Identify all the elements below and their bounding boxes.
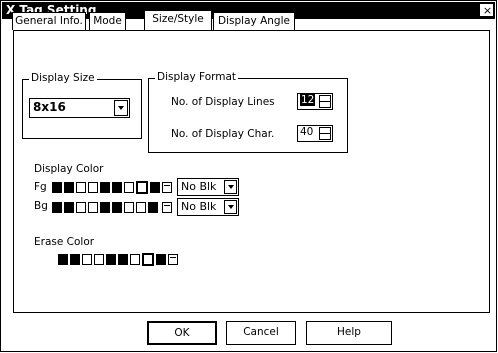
- tab-size-style[interactable]: Size/Style: [144, 10, 212, 30]
- display-lines-spinner[interactable]: [319, 95, 331, 108]
- bg-swatch[interactable]: [100, 202, 110, 213]
- erase-color-swatches: [58, 253, 218, 267]
- fg-swatch[interactable]: [52, 182, 62, 193]
- fg-label: Fg: [34, 181, 47, 193]
- erase-swatch[interactable]: [58, 254, 68, 265]
- erase-color-label: Erase Color: [34, 236, 95, 248]
- fg-swatch[interactable]: [88, 182, 98, 193]
- erase-swatch[interactable]: [156, 254, 166, 265]
- erase-swatch[interactable]: [94, 254, 104, 265]
- display-size-value: 8x16: [33, 100, 66, 114]
- display-lines-input[interactable]: 12: [297, 93, 333, 110]
- bg-swatch[interactable]: [64, 202, 74, 213]
- erase-color-menu-icon[interactable]: [168, 254, 178, 265]
- erase-swatch-selected[interactable]: [142, 253, 154, 266]
- fg-blink-select[interactable]: No Blk: [177, 178, 239, 196]
- erase-swatch[interactable]: [118, 254, 128, 265]
- fg-swatch[interactable]: [64, 182, 74, 193]
- display-chars-input[interactable]: 40: [297, 125, 333, 142]
- cancel-button[interactable]: Cancel: [226, 321, 296, 345]
- bg-swatch[interactable]: [112, 202, 122, 213]
- bg-swatch[interactable]: [148, 202, 158, 213]
- display-size-legend: Display Size: [29, 72, 97, 84]
- erase-swatch[interactable]: [106, 254, 116, 265]
- display-chars-value: 40: [300, 126, 314, 138]
- tab-display-angle[interactable]: Display Angle: [213, 12, 295, 30]
- bg-blink-select[interactable]: No Blk: [177, 198, 239, 216]
- fg-swatch[interactable]: [150, 182, 160, 193]
- bg-swatch[interactable]: [52, 202, 62, 213]
- tab-mode[interactable]: Mode: [89, 12, 126, 30]
- display-format-group: Display Format No. of Display Lines 12 N…: [148, 71, 348, 153]
- close-icon: ×: [482, 4, 493, 17]
- display-lines-label: No. of Display Lines: [171, 96, 275, 108]
- fg-blink-value: No Blk: [181, 180, 217, 193]
- display-lines-value: 12: [300, 94, 316, 106]
- bg-swatch[interactable]: [88, 202, 98, 213]
- ok-button[interactable]: OK: [147, 321, 217, 345]
- display-color-label: Display Color: [34, 163, 104, 175]
- display-format-legend: Display Format: [155, 71, 239, 83]
- fg-color-menu-icon[interactable]: [162, 182, 172, 193]
- close-button[interactable]: ×: [480, 4, 493, 17]
- bg-swatch[interactable]: [136, 202, 146, 213]
- bg-label: Bg: [34, 200, 48, 212]
- display-chars-spinner[interactable]: [319, 127, 331, 140]
- erase-swatch[interactable]: [82, 254, 92, 265]
- fg-swatch[interactable]: [76, 182, 86, 193]
- help-button[interactable]: Help: [306, 321, 392, 345]
- erase-swatch[interactable]: [130, 254, 140, 265]
- display-size-select[interactable]: 8x16: [29, 98, 130, 118]
- bg-swatch[interactable]: [76, 202, 86, 213]
- display-chars-label: No. of Display Char.: [171, 128, 275, 140]
- bg-blink-value: No Blk: [181, 200, 217, 213]
- fg-swatch[interactable]: [124, 182, 134, 193]
- bg-swatch[interactable]: [124, 202, 134, 213]
- fg-swatch[interactable]: [100, 182, 110, 193]
- fg-swatch[interactable]: [112, 182, 122, 193]
- chevron-down-icon[interactable]: [114, 100, 128, 116]
- tab-general-info[interactable]: General Info.: [12, 12, 86, 30]
- bg-color-menu-icon[interactable]: [162, 202, 172, 213]
- erase-swatch[interactable]: [70, 254, 80, 265]
- fg-swatch-selected[interactable]: [136, 181, 148, 194]
- size-style-panel: Display Size 8x16 Display Format No. of …: [13, 30, 490, 313]
- chevron-down-icon[interactable]: [224, 200, 237, 214]
- display-size-group: Display Size 8x16: [22, 72, 142, 139]
- tag-setting-dialog: X Tag Setting × General Info. Mode Size/…: [0, 0, 497, 352]
- chevron-down-icon[interactable]: [224, 180, 237, 194]
